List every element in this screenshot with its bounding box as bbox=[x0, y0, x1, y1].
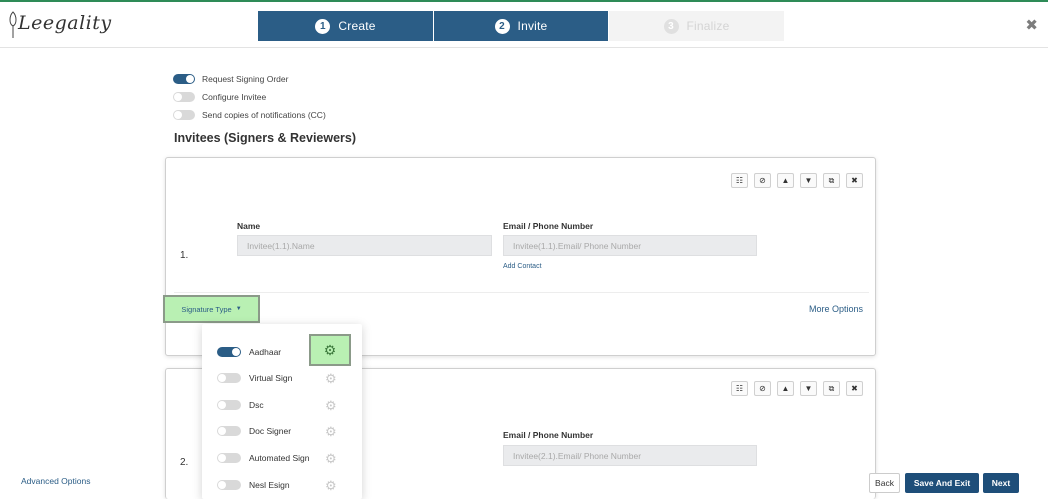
aadhaar-settings-button[interactable]: ⚙ bbox=[309, 334, 351, 366]
step-create[interactable]: 1 Create bbox=[258, 11, 433, 41]
gear-icon: ⚙ bbox=[323, 341, 337, 358]
chevron-down-icon: ▼ bbox=[235, 306, 242, 312]
check-circle-icon[interactable]: ⊘ bbox=[754, 381, 771, 396]
save-and-exit-button[interactable]: Save And Exit bbox=[905, 473, 979, 493]
invitee-index: 1. bbox=[180, 250, 189, 261]
next-button[interactable]: Next bbox=[983, 473, 1019, 493]
step-invite[interactable]: 2 Invite bbox=[434, 11, 608, 41]
signature-type-label: Signature Type bbox=[181, 304, 232, 314]
copy-icon[interactable]: ⧉ bbox=[823, 173, 840, 188]
signature-option-automated-sign[interactable]: Automated Sign bbox=[217, 453, 309, 463]
add-contact-link[interactable]: Add Contact bbox=[503, 263, 542, 270]
gear-icon[interactable]: ⚙ bbox=[325, 398, 337, 414]
configure-invitee-row[interactable]: Configure Invitee bbox=[173, 92, 266, 102]
name-field[interactable]: Invitee(1.1).Name bbox=[237, 235, 492, 256]
doc-signer-toggle[interactable] bbox=[217, 426, 241, 436]
signature-option-nesl-esign[interactable]: Nesl Esign bbox=[217, 480, 290, 490]
nesl-esign-toggle[interactable] bbox=[217, 480, 241, 490]
advanced-options-link[interactable]: Advanced Options bbox=[21, 476, 90, 486]
signature-option-dsc[interactable]: Dsc bbox=[217, 400, 264, 410]
step-finalize: 3 Finalize bbox=[609, 11, 784, 41]
move-down-icon[interactable]: ▼ bbox=[800, 173, 817, 188]
option-label: Aadhaar bbox=[249, 347, 282, 357]
step-label: Finalize bbox=[686, 19, 730, 33]
step-label: Create bbox=[338, 19, 376, 33]
check-circle-icon[interactable]: ⊘ bbox=[754, 173, 771, 188]
signature-option-aadhaar[interactable]: Aadhaar bbox=[217, 347, 281, 357]
email-phone-field[interactable]: Invitee(1.1).Email/ Phone Number bbox=[503, 235, 757, 256]
more-options-link[interactable]: More Options bbox=[809, 304, 863, 314]
send-copies-row[interactable]: Send copies of notifications (CC) bbox=[173, 110, 326, 120]
automated-sign-toggle[interactable] bbox=[217, 453, 241, 463]
move-down-icon[interactable]: ▼ bbox=[800, 381, 817, 396]
signature-option-doc-signer[interactable]: Doc Signer bbox=[217, 426, 291, 436]
card-toolbar: ☷ ⊘ ▲ ▼ ⧉ ✖ bbox=[725, 381, 863, 396]
email-phone-field[interactable]: Invitee(2.1).Email/ Phone Number bbox=[503, 445, 757, 466]
email-label: Email / Phone Number bbox=[503, 221, 594, 231]
aadhaar-toggle[interactable] bbox=[217, 347, 241, 357]
email-label: Email / Phone Number bbox=[503, 430, 594, 440]
invitee-index: 2. bbox=[180, 457, 189, 468]
close-icon[interactable]: ✖ bbox=[1025, 16, 1038, 34]
section-title: Invitees (Signers & Reviewers) bbox=[174, 131, 357, 145]
signature-option-virtual-sign[interactable]: Virtual Sign bbox=[217, 373, 292, 383]
send-copies-label: Send copies of notifications (CC) bbox=[202, 110, 326, 120]
name-label: Name bbox=[237, 221, 261, 231]
configure-invitee-toggle[interactable] bbox=[173, 92, 195, 102]
signature-type-dropdown: ⚙ Aadhaar Virtual Sign ⚙ Dsc ⚙ Doc Signe… bbox=[202, 324, 362, 499]
request-signing-order-row[interactable]: Request Signing Order bbox=[173, 74, 288, 84]
gear-icon[interactable]: ⚙ bbox=[325, 371, 337, 387]
virtual-sign-toggle[interactable] bbox=[217, 373, 241, 383]
delete-icon[interactable]: ✖ bbox=[846, 381, 863, 396]
send-copies-toggle[interactable] bbox=[173, 110, 195, 120]
request-signing-order-toggle[interactable] bbox=[173, 74, 195, 84]
option-label: Doc Signer bbox=[249, 426, 292, 436]
step-label: Invite bbox=[517, 19, 548, 33]
gear-icon[interactable]: ⚙ bbox=[325, 424, 337, 440]
copy-icon[interactable]: ⧉ bbox=[823, 381, 840, 396]
card-toolbar: ☷ ⊘ ▲ ▼ ⧉ ✖ bbox=[725, 173, 863, 188]
gear-icon[interactable]: ⚙ bbox=[325, 451, 337, 467]
option-label: Automated Sign bbox=[249, 453, 310, 463]
move-up-icon[interactable]: ▲ bbox=[777, 381, 794, 396]
group-icon[interactable]: ☷ bbox=[731, 173, 748, 188]
option-label: Nesl Esign bbox=[249, 480, 290, 490]
back-button[interactable]: Back bbox=[869, 473, 900, 493]
request-signing-order-label: Request Signing Order bbox=[202, 74, 289, 84]
card-divider bbox=[174, 292, 869, 293]
group-icon[interactable]: ☷ bbox=[731, 381, 748, 396]
move-up-icon[interactable]: ▲ bbox=[777, 173, 794, 188]
configure-invitee-label: Configure Invitee bbox=[202, 92, 267, 102]
delete-icon[interactable]: ✖ bbox=[846, 173, 863, 188]
header: Leegality 1 Create 2 Invite 3 Finalize ✖ bbox=[0, 2, 1048, 48]
gear-icon[interactable]: ⚙ bbox=[325, 478, 337, 494]
step-number: 3 bbox=[663, 18, 679, 34]
step-number: 2 bbox=[494, 18, 510, 34]
signature-type-button[interactable]: Signature Type ▼ bbox=[163, 295, 260, 323]
dsc-toggle[interactable] bbox=[217, 400, 241, 410]
option-label: Dsc bbox=[249, 400, 264, 410]
brand-logo: Leegality bbox=[6, 10, 111, 42]
step-number: 1 bbox=[315, 18, 331, 34]
logo-text: Leegality bbox=[18, 12, 112, 34]
option-label: Virtual Sign bbox=[249, 373, 293, 383]
